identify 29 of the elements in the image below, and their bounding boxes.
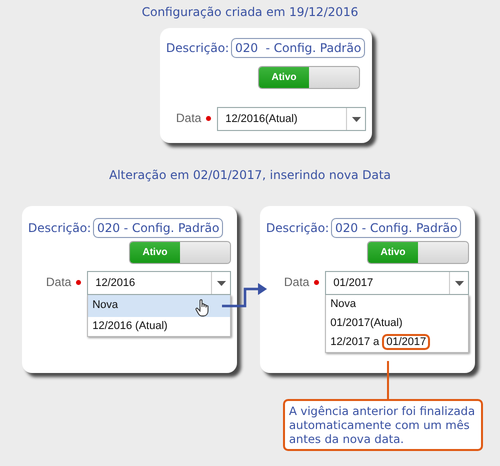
dropdown-option[interactable]: 12/2016 (Atual)	[88, 317, 230, 336]
hand-cursor-icon	[195, 299, 212, 317]
date-label: Data	[176, 111, 202, 125]
date-label: Data	[284, 275, 310, 289]
required-dot-icon	[314, 280, 320, 285]
callout-note: A vigência anterior foi finalizada automaticamente com um mês antes da nova data.	[283, 399, 483, 451]
description-field[interactable]: 020 - Config. Padrão	[231, 38, 366, 58]
dropdown-option[interactable]: 01/2017(Atual)	[326, 314, 468, 333]
dropdown-option[interactable]: Nova	[88, 295, 230, 317]
date-label: Data	[46, 275, 72, 289]
leader-line	[387, 361, 389, 400]
section-title: Alteração em 02/01/2017, inserindo nova Data	[108, 167, 392, 182]
caret-icon	[454, 280, 464, 286]
required-dot-icon	[76, 280, 82, 285]
dropdown-option[interactable]: Nova	[326, 295, 468, 314]
date-select[interactable]: 12/2016	[87, 271, 231, 295]
caret-icon	[352, 116, 360, 122]
section-title: Configuração criada em 19/12/2016	[140, 4, 360, 19]
date-select[interactable]: 01/2017	[325, 271, 469, 295]
caret-icon	[216, 280, 226, 286]
date-select[interactable]: 12/2016(Atual)	[217, 107, 366, 131]
dropdown-option[interactable]: 12/2017 a 01/2017	[326, 333, 468, 352]
description-field[interactable]: 020 - Config. Padrão	[331, 218, 462, 238]
description-label: Descrição:	[28, 221, 92, 235]
required-dot-icon	[206, 116, 212, 121]
description-label: Descrição:	[266, 221, 330, 235]
description-label: Descrição:	[166, 41, 230, 55]
description-field[interactable]: 020 - Config. Padrão	[93, 218, 224, 238]
connector-arrow	[222, 283, 267, 308]
